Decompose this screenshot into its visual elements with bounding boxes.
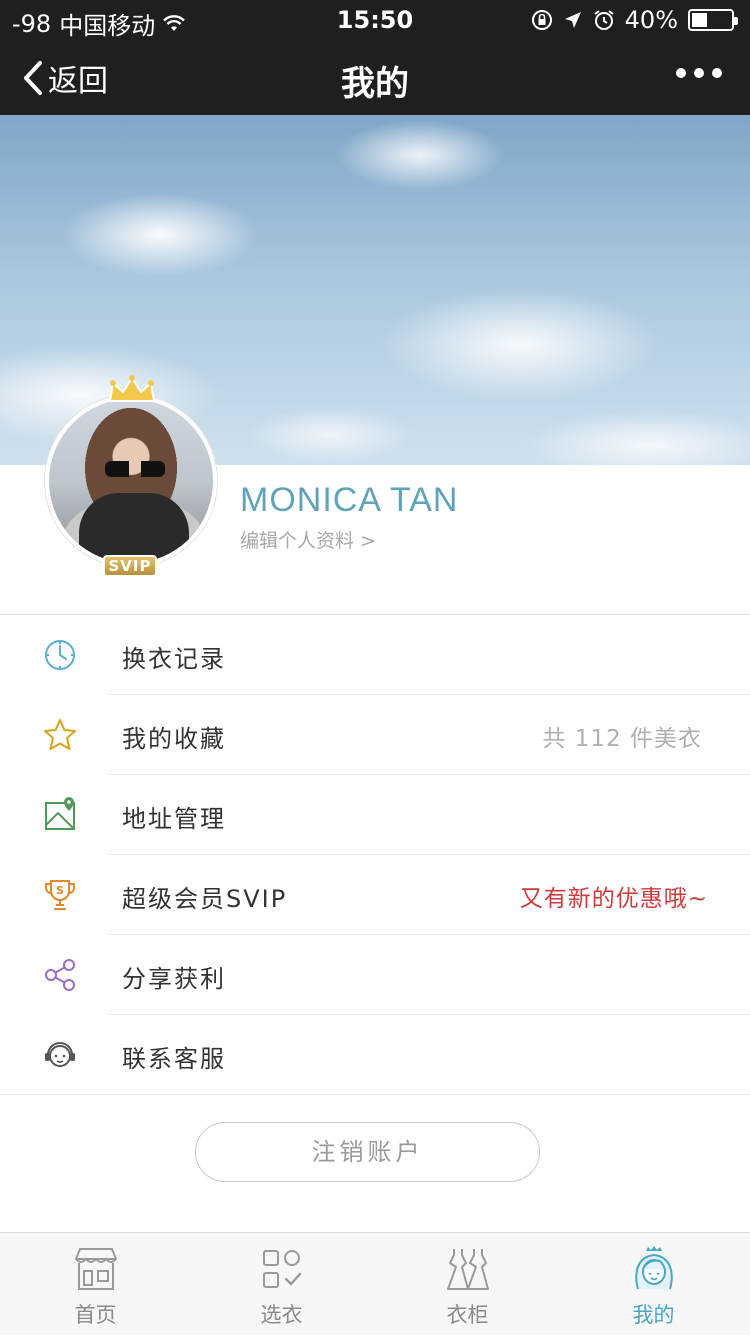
dresses-icon	[447, 1249, 489, 1290]
tab-mine[interactable]: 我的	[560, 1233, 747, 1336]
clock-icon	[45, 640, 75, 670]
menu-label: 超级会员SVIP	[122, 885, 288, 913]
trophy-icon: S	[45, 880, 75, 910]
tab-label: 首页	[74, 1303, 117, 1327]
menu-item-share[interactable]: 分享获利	[0, 935, 750, 1015]
menu-item-svip[interactable]: S 超级会员SVIP 又有新的优惠哦~	[0, 855, 750, 935]
tab-home[interactable]: 首页	[2, 1233, 189, 1336]
menu-label: 换衣记录	[122, 645, 226, 673]
tab-select[interactable]: 选衣	[188, 1233, 375, 1336]
tab-label: 衣柜	[446, 1303, 489, 1327]
menu-item-address[interactable]: 地址管理	[0, 775, 750, 855]
menu-item-support[interactable]: 联系客服	[0, 1015, 750, 1095]
status-right: 40%	[531, 6, 738, 34]
map-pin-icon	[45, 797, 75, 830]
menu-label: 联系客服	[122, 1045, 226, 1073]
more-dot	[676, 68, 686, 78]
store-icon	[75, 1248, 117, 1290]
menu-item-history[interactable]: 换衣记录	[0, 615, 750, 695]
tab-label: 选衣	[260, 1303, 303, 1327]
tab-wardrobe[interactable]: 衣柜	[374, 1233, 561, 1336]
battery-icon	[688, 9, 738, 31]
tab-label: 我的	[632, 1303, 675, 1327]
promo-text: 又有新的优惠哦~	[519, 886, 708, 912]
menu-label: 分享获利	[122, 965, 226, 993]
more-dot	[694, 68, 704, 78]
svg-text:S: S	[56, 884, 64, 897]
battery-level	[692, 13, 707, 27]
nav-bar: 返回 我的	[0, 40, 750, 115]
grid-check-icon	[263, 1250, 302, 1288]
edit-profile-link[interactable]: 编辑个人资料 >	[240, 526, 376, 553]
avatar-glasses	[105, 461, 165, 477]
star-icon	[44, 719, 76, 750]
alarm-icon	[594, 10, 614, 30]
share-icon	[45, 959, 75, 991]
more-dot	[712, 68, 722, 78]
page-title: 我的	[341, 64, 409, 104]
battery-percent: 40%	[624, 6, 678, 34]
menu-label: 地址管理	[122, 805, 226, 833]
crown-icon	[108, 375, 156, 402]
divider	[0, 1094, 750, 1095]
princess-icon	[635, 1246, 673, 1290]
logout-button[interactable]: 注销账户	[195, 1122, 540, 1182]
more-dots-icon[interactable]	[676, 68, 722, 78]
tab-bar: 首页 选衣 衣柜 我的	[0, 1232, 750, 1335]
avatar-container[interactable]: SVIP	[45, 375, 217, 577]
user-name: MONICA TAN	[240, 481, 459, 519]
headset-icon	[45, 1042, 75, 1067]
favorites-count: 共 112 件美衣	[542, 726, 702, 752]
avatar[interactable]	[45, 395, 217, 567]
menu-label: 我的收藏	[122, 725, 226, 753]
status-bar: -98 中国移动 15:50 40%	[0, 0, 750, 40]
svip-badge: SVIP	[103, 555, 157, 577]
menu-item-favorites[interactable]: 我的收藏 共 112 件美衣	[0, 695, 750, 775]
menu-list: 换衣记录 我的收藏 共 112 件美衣 地址管理 S 超级会员SVIP 又有新的…	[0, 615, 750, 1095]
lock-rotation-icon	[531, 10, 552, 30]
location-icon	[564, 12, 581, 28]
